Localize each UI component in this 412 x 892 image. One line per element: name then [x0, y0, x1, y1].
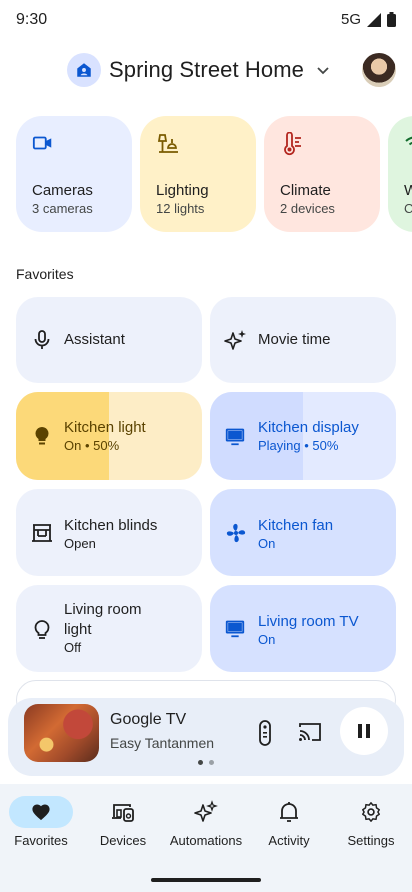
wifi-icon	[405, 136, 412, 146]
tile-title: Movie time	[258, 331, 331, 348]
tile-title: Kitchen display	[258, 419, 359, 436]
heart-icon	[32, 804, 50, 821]
blinds-icon	[32, 524, 52, 542]
media-player[interactable]: Google TV Easy Tantanmen	[8, 698, 404, 776]
favorite-tile-kitchen-blinds[interactable]: Kitchen blinds Open	[16, 489, 202, 576]
category-lighting[interactable]: Lighting 12 lights	[140, 116, 256, 232]
bell-icon	[280, 802, 298, 822]
microphone-icon	[34, 330, 50, 349]
category-row: Cameras 3 cameras Lighting 12 lights Cli…	[16, 116, 412, 232]
cast-icon[interactable]	[298, 722, 322, 742]
thermostat-icon	[284, 132, 301, 156]
pause-icon	[358, 724, 370, 738]
bottom-navigation: Favorites Devices Automations Activity S…	[0, 784, 412, 892]
status-time: 9:30	[16, 11, 48, 28]
nav-label: Favorites	[14, 833, 68, 848]
tile-title: Kitchen light	[64, 419, 146, 436]
category-subtitle: 2 devices	[280, 201, 335, 216]
tile-subtitle: On	[258, 632, 276, 647]
gear-icon	[362, 802, 380, 822]
home-switcher[interactable]: Spring Street Home	[67, 53, 330, 87]
category-title: W	[404, 182, 412, 199]
nav-icon-slot	[174, 796, 238, 828]
pause-button[interactable]	[340, 707, 388, 755]
nav-label: Devices	[99, 833, 147, 848]
nav-favorites[interactable]: Favorites	[0, 796, 82, 856]
page-dot	[209, 760, 214, 765]
favorites-heading: Favorites	[16, 266, 74, 282]
album-art	[24, 704, 99, 762]
player-source: Google TV	[110, 711, 187, 728]
tile-subtitle: On	[258, 536, 276, 551]
home-icon	[67, 53, 101, 87]
nav-label: Automations	[169, 833, 243, 848]
favorite-tile-assistant[interactable]: Assistant	[16, 297, 202, 383]
fan-icon	[226, 523, 246, 543]
nav-settings[interactable]: Settings	[330, 796, 412, 856]
network-label: 5G	[340, 11, 361, 28]
favorite-tile-kitchen-display[interactable]: Kitchen display Playing • 50%	[210, 392, 396, 480]
lightbulb-outline-icon	[34, 620, 50, 639]
favorite-tile-movie-time[interactable]: Movie time	[210, 297, 396, 383]
nav-icon-slot	[257, 796, 321, 828]
remote-icon[interactable]	[256, 720, 274, 746]
page-indicator	[198, 760, 214, 765]
chevron-down-icon	[317, 67, 329, 75]
category-subtitle: 12 lights	[156, 201, 205, 216]
status-icons: 5G	[341, 11, 396, 28]
player-title: Easy Tantanmen	[110, 735, 215, 751]
tile-title: Living room light	[64, 601, 142, 638]
lightbulb-icon	[35, 426, 49, 445]
category-title: Cameras	[32, 182, 93, 199]
favorite-tile-kitchen-light[interactable]: Kitchen light On • 50%	[16, 392, 202, 480]
category-wifi[interactable]: W C	[388, 116, 412, 232]
favorite-tile-living-room-light[interactable]: Living room light Off	[16, 585, 202, 672]
status-bar: 9:30 5G	[0, 0, 412, 40]
avatar[interactable]	[362, 53, 396, 87]
home-header: Spring Street Home	[0, 50, 412, 90]
category-subtitle: C	[404, 201, 412, 216]
lamp-icon	[157, 134, 178, 153]
display-icon	[225, 428, 245, 446]
gesture-bar[interactable]	[151, 878, 261, 882]
favorite-tile-kitchen-fan[interactable]: Kitchen fan On	[210, 489, 396, 576]
tile-subtitle: Playing • 50%	[258, 438, 339, 453]
tile-subtitle: Off	[64, 640, 82, 655]
nav-icon-slot	[91, 796, 155, 828]
nav-automations[interactable]: Automations	[165, 796, 247, 856]
category-title: Lighting	[156, 182, 209, 199]
nav-label: Activity	[268, 833, 310, 848]
page-dot-active	[198, 760, 203, 765]
tile-subtitle: On • 50%	[64, 438, 120, 453]
automation-sparkle-icon	[194, 800, 218, 822]
nav-active-indicator	[9, 796, 73, 828]
home-name: Spring Street Home	[109, 57, 304, 82]
nav-icon-slot	[339, 796, 403, 828]
tv-icon	[225, 620, 245, 638]
nav-devices[interactable]: Devices	[82, 796, 164, 856]
category-cameras[interactable]: Cameras 3 cameras	[16, 116, 132, 232]
signal-icon	[367, 12, 381, 27]
category-subtitle: 3 cameras	[32, 201, 93, 216]
tile-title: Assistant	[64, 331, 125, 348]
sparkle-icon	[224, 330, 246, 350]
nav-label: Settings	[347, 833, 395, 848]
battery-icon	[387, 12, 396, 27]
camera-icon	[32, 136, 52, 150]
tile-title: Kitchen blinds	[64, 517, 158, 534]
category-title: Climate	[280, 182, 331, 199]
tile-title: Kitchen fan	[258, 517, 334, 534]
category-climate[interactable]: Climate 2 devices	[264, 116, 380, 232]
tile-title: Living room TV	[258, 613, 359, 630]
tile-subtitle: Open	[64, 536, 96, 551]
devices-icon	[112, 804, 134, 822]
favorite-tile-living-room-tv[interactable]: Living room TV On	[210, 585, 396, 672]
nav-activity[interactable]: Activity	[248, 796, 330, 856]
